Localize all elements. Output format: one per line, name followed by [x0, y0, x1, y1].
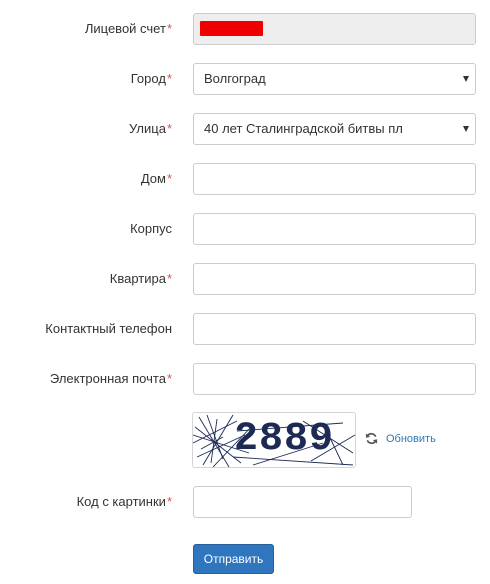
captcha-input[interactable] — [193, 486, 412, 518]
city-select-value: Волгоград — [204, 71, 266, 86]
email-input[interactable] — [193, 363, 476, 395]
account-row: Лицевой счет* — [0, 13, 490, 45]
captcha-input-label: Код с картинки* — [76, 494, 172, 509]
request-form: Лицевой счет* Город* Волгоград Улица* 40… — [0, 0, 490, 584]
city-row: Город* Волгоград — [0, 63, 490, 95]
required-mark: * — [166, 271, 172, 286]
phone-row: Контактный телефон — [0, 313, 490, 345]
captcha-refresh-label: Обновить — [386, 432, 436, 445]
street-label: Улица* — [129, 121, 172, 136]
chevron-down-icon — [463, 126, 469, 132]
captcha-image: 2889 — [192, 412, 356, 468]
house-row: Дом* — [0, 163, 490, 195]
street-select-value: 40 лет Сталинградской битвы пл — [204, 121, 403, 136]
captcha-refresh-link[interactable]: Обновить — [365, 432, 436, 445]
captcha-row: 2889 Обновить — [0, 412, 490, 468]
house-input[interactable] — [193, 163, 476, 195]
account-field — [193, 13, 476, 45]
email-row: Электронная почта* — [0, 363, 490, 395]
phone-label: Контактный телефон — [45, 321, 172, 336]
city-select[interactable]: Волгоград — [193, 63, 476, 95]
required-mark: * — [166, 371, 172, 386]
street-select[interactable]: 40 лет Сталинградской битвы пл — [193, 113, 476, 145]
required-mark: * — [166, 21, 172, 36]
building-row: Корпус — [0, 213, 490, 245]
apartment-row: Квартира* — [0, 263, 490, 295]
redacted-account-number — [200, 21, 263, 36]
building-input[interactable] — [193, 213, 476, 245]
required-mark: * — [166, 494, 172, 509]
submit-button[interactable]: Отправить — [193, 544, 274, 574]
apartment-label: Квартира* — [109, 271, 172, 286]
email-label: Электронная почта* — [49, 371, 172, 386]
city-label: Город* — [130, 71, 172, 86]
captcha-code: 2889 — [234, 417, 335, 462]
captcha-input-row: Код с картинки* — [0, 486, 490, 518]
street-row: Улица* 40 лет Сталинградской битвы пл — [0, 113, 490, 145]
chevron-down-icon — [463, 76, 469, 82]
required-mark: * — [166, 71, 172, 86]
refresh-icon — [365, 432, 378, 445]
apartment-input[interactable] — [193, 263, 476, 295]
building-label: Корпус — [130, 221, 172, 236]
phone-input[interactable] — [193, 313, 476, 345]
required-mark: * — [166, 171, 172, 186]
required-mark: * — [166, 121, 172, 136]
house-label: Дом* — [140, 171, 172, 186]
account-label: Лицевой счет* — [84, 21, 172, 36]
